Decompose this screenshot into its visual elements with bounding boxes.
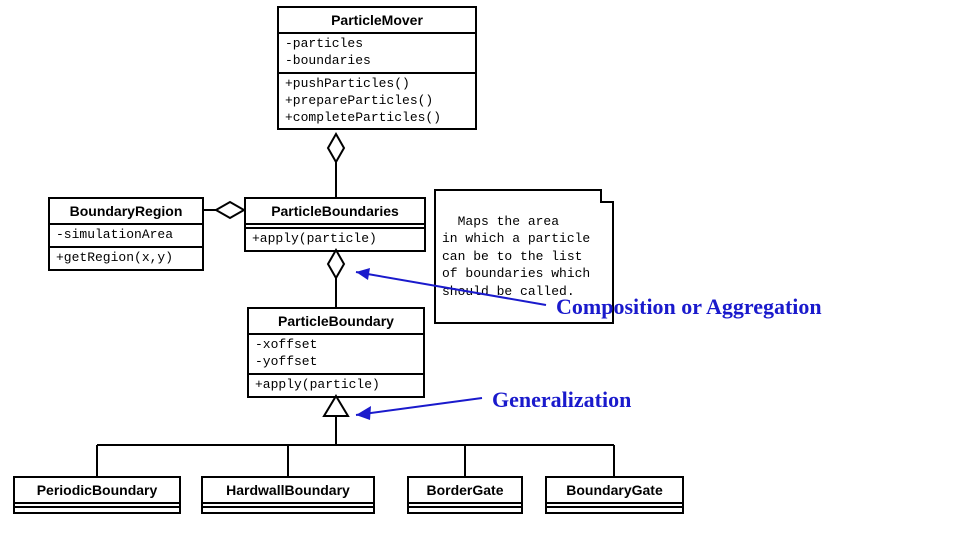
aggregation-mover-boundaries [328, 134, 344, 197]
class-title: HardwallBoundary [203, 478, 373, 504]
class-periodic-boundary: PeriodicBoundary [13, 476, 181, 514]
class-hardwall-boundary: HardwallBoundary [201, 476, 375, 514]
class-operations: +apply(particle) [249, 375, 423, 396]
class-border-gate: BorderGate [407, 476, 523, 514]
class-operations: +pushParticles() +prepareParticles() +co… [279, 74, 475, 129]
class-title: BoundaryRegion [50, 199, 202, 225]
arrow-to-generalization-label [356, 398, 482, 420]
class-attributes: -xoffset -yoffset [249, 335, 423, 375]
label-generalization: Generalization [492, 387, 631, 413]
class-boundary-region: BoundaryRegion -simulationArea +getRegio… [48, 197, 204, 271]
class-title: ParticleBoundaries [246, 199, 424, 225]
class-title: ParticleBoundary [249, 309, 423, 335]
note-text: Maps the area in which a particle can be… [442, 214, 590, 299]
class-particle-mover: ParticleMover -particles -boundaries +pu… [277, 6, 477, 130]
aggregation-boundaries-region [204, 202, 244, 218]
class-particle-boundary: ParticleBoundary -xoffset -yoffset +appl… [247, 307, 425, 398]
class-title: PeriodicBoundary [15, 478, 179, 504]
class-boundary-gate: BoundaryGate [545, 476, 684, 514]
class-attributes: -particles -boundaries [279, 34, 475, 74]
label-composition-aggregation: Composition or Aggregation [556, 294, 822, 320]
class-attributes: -simulationArea [50, 225, 202, 248]
class-operations: +apply(particle) [246, 229, 424, 250]
note-fold-icon [600, 189, 614, 203]
class-title: BorderGate [409, 478, 521, 504]
class-title: BoundaryGate [547, 478, 682, 504]
class-title: ParticleMover [279, 8, 475, 34]
aggregation-boundaries-boundary [328, 250, 344, 307]
class-particle-boundaries: ParticleBoundaries +apply(particle) [244, 197, 426, 252]
class-operations: +getRegion(x,y) [50, 248, 202, 269]
